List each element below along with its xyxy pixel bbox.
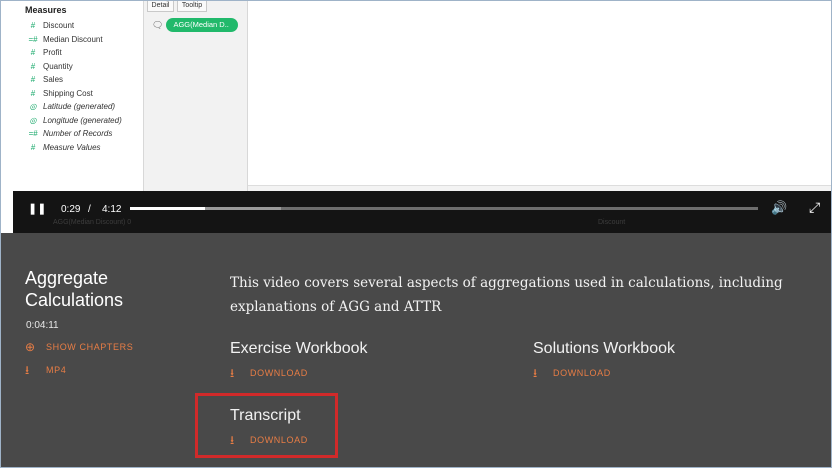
solutions-workbook-title: Solutions Workbook: [533, 340, 675, 357]
agg-median-pill: AGG(Median D..: [166, 18, 239, 32]
exercise-workbook-title: Exercise Workbook: [230, 340, 368, 357]
measure-item[interactable]: ◎ Longitude (generated): [27, 114, 122, 127]
globe-icon: ◎: [29, 102, 37, 111]
solutions-download-label: DOWNLOAD: [553, 368, 611, 378]
video-duration: 0:04:11: [26, 320, 59, 331]
measure-icon: #: [30, 48, 36, 57]
pause-icon[interactable]: ❚❚: [28, 203, 46, 215]
measure-icon: #: [30, 88, 36, 98]
measure-item[interactable]: # Sales: [27, 73, 63, 86]
measure-icon: #: [30, 61, 36, 71]
tooltip-icon: 🗨: [152, 19, 164, 30]
measure-icon: #: [30, 142, 36, 152]
window-frame: Measures # Discount =# Median Discount # Prof…: [0, 0, 832, 468]
tooltip-pill-row: 🗨 AGG(Median D..: [152, 18, 239, 32]
ghost-caption: AGG(Median Discount) 0: [53, 219, 132, 226]
tableau-view-canvas: [248, 1, 831, 186]
detail-button: Detail: [147, 1, 174, 12]
current-time: 0:29: [61, 204, 81, 215]
fullscreen-icon[interactable]: ⤢: [809, 200, 820, 214]
measure-label: Quantity: [43, 61, 73, 71]
mp4-link[interactable]: ⭳ MP4: [25, 364, 66, 376]
measure-item[interactable]: ◎ Latitude (generated): [27, 100, 116, 113]
download-icon: ⭳: [230, 366, 235, 380]
transcript-title: Transcript: [230, 407, 301, 424]
volume-icon[interactable]: 🔊: [771, 201, 787, 214]
measure-item[interactable]: # Discount: [27, 19, 74, 32]
ghost-caption-right: Discount: [598, 219, 626, 226]
measure-label: Discount: [43, 21, 75, 30]
show-chapters-link[interactable]: ⊕ SHOW CHAPTERS: [25, 341, 133, 353]
transcript-highlight-box: [195, 393, 338, 458]
exercise-download-link[interactable]: ⭳ DOWNLOAD: [230, 367, 308, 379]
measure-label: Longitude (generated): [43, 115, 122, 125]
download-icon: ⭳: [230, 433, 235, 447]
player-controls: ❚❚ 0:29 / 4:12 🔊 ⤢ AGG(Median Discount) …: [13, 191, 831, 233]
video-player[interactable]: Measures # Discount =# Median Discount # Prof…: [13, 1, 831, 233]
measure-icon: #: [30, 75, 36, 84]
transcript-download-link[interactable]: ⭳ DOWNLOAD: [230, 434, 308, 446]
download-icon: ⭳: [533, 366, 538, 380]
tableau-marks-card: Detail Tooltip 🗨 AGG(Median D..: [144, 1, 248, 191]
measure-icon: =#: [28, 129, 38, 138]
solutions-download-link[interactable]: ⭳ DOWNLOAD: [533, 367, 611, 379]
measure-icon: =#: [28, 34, 38, 44]
time-separator: /: [88, 204, 91, 215]
progress-bar[interactable]: [130, 207, 758, 210]
measures-heading: Measures: [25, 5, 67, 15]
measure-item[interactable]: # Profit: [27, 46, 62, 59]
measure-label: Latitude (generated): [43, 102, 116, 111]
video-info-panel: Aggregate Calculations 0:04:11 ⊕ SHOW CH…: [1, 233, 831, 467]
show-chapters-label: SHOW CHAPTERS: [46, 342, 134, 352]
measure-item[interactable]: =# Number of Records: [27, 127, 112, 140]
mp4-label: MP4: [46, 365, 67, 375]
measure-item[interactable]: # Measure Values: [27, 141, 101, 154]
tableau-data-pane: Measures # Discount =# Median Discount # Prof…: [13, 1, 144, 191]
transcript-download-label: DOWNLOAD: [250, 435, 308, 445]
measure-item[interactable]: # Shipping Cost: [27, 87, 93, 100]
progress-played: [130, 207, 206, 210]
measure-item[interactable]: # Quantity: [27, 60, 73, 73]
exercise-download-label: DOWNLOAD: [250, 368, 308, 378]
measure-label: Sales: [43, 75, 64, 84]
download-icon: ⭳: [25, 363, 30, 377]
total-time: 4:12: [102, 204, 122, 215]
measure-item[interactable]: =# Median Discount: [27, 33, 103, 46]
plus-circle-icon: ⊕: [25, 340, 36, 354]
measure-label: Number of Records: [43, 129, 113, 138]
measure-label: Shipping Cost: [43, 88, 93, 98]
tooltip-button: Tooltip: [177, 1, 207, 12]
measure-label: Profit: [43, 48, 62, 57]
measure-icon: #: [30, 21, 36, 30]
video-title: Aggregate Calculations: [25, 268, 124, 310]
measure-label: Measure Values: [43, 142, 101, 152]
measure-label: Median Discount: [43, 34, 103, 44]
video-description: This video covers several aspects of agg…: [230, 275, 783, 315]
globe-icon: ◎: [29, 115, 37, 125]
